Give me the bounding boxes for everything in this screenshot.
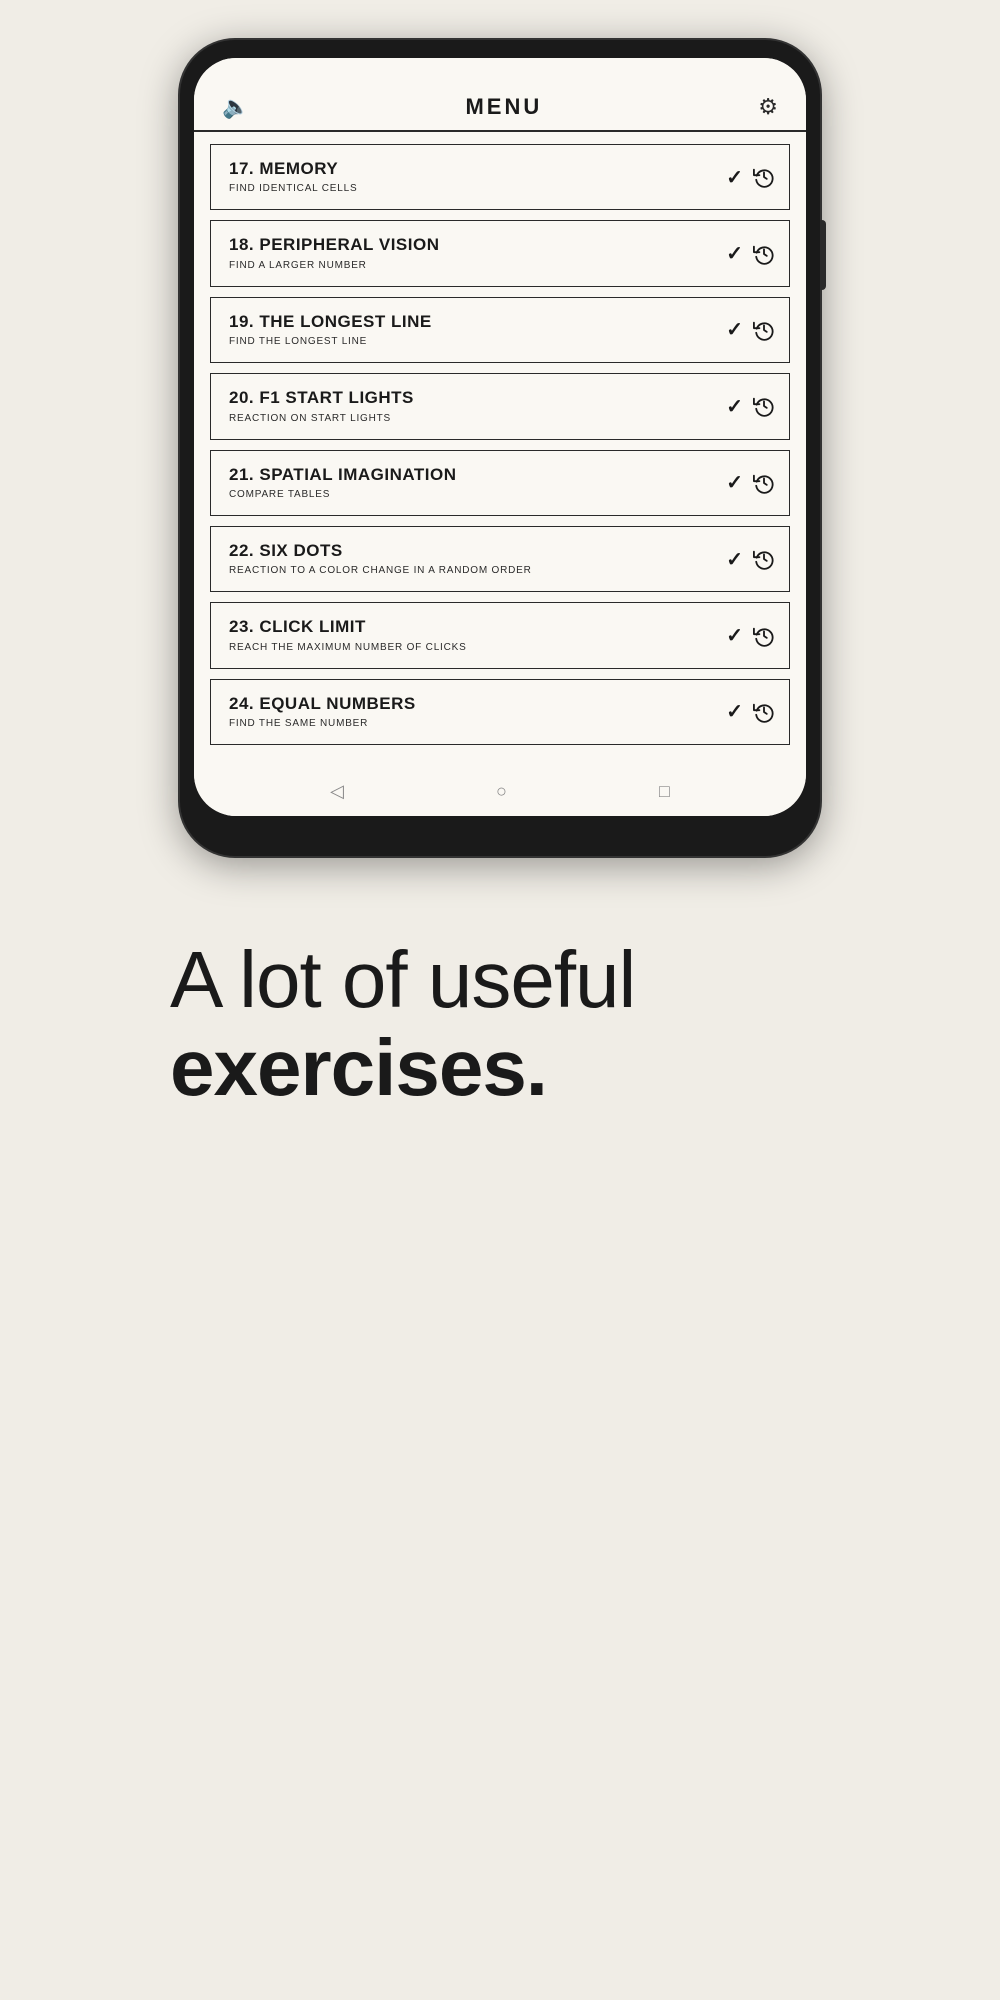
menu-item-22-subtitle: REACTION TO A COLOR CHANGE IN A RANDOM O… bbox=[229, 564, 716, 577]
history-icon-24[interactable] bbox=[753, 701, 775, 723]
nav-bar: ◁ ○ □ bbox=[194, 771, 806, 816]
menu-item-24-title: 24. EQUAL NUMBERS bbox=[229, 694, 716, 714]
menu-item-18-title: 18. PERIPHERAL VISION bbox=[229, 235, 716, 255]
check-icon-22: ✓ bbox=[726, 547, 743, 572]
menu-item-20-title: 20. F1 START LIGHTS bbox=[229, 388, 716, 408]
bottom-text-section: A lot of useful exercises. bbox=[150, 936, 850, 1112]
history-icon-19[interactable] bbox=[753, 319, 775, 341]
history-icon-22[interactable] bbox=[753, 548, 775, 570]
menu-item-23-subtitle: REACH THE MAXIMUM NUMBER OF CLICKS bbox=[229, 641, 716, 654]
menu-item-22-title: 22. SIX DOTS bbox=[229, 541, 716, 561]
status-bar bbox=[194, 58, 806, 86]
menu-item-24-subtitle: FIND THE SAME NUMBER bbox=[229, 717, 716, 730]
menu-item-21[interactable]: 21. SPATIAL IMAGINATION COMPARE TABLES ✓ bbox=[210, 450, 790, 516]
app-header: 🔈 MENU ⚙ bbox=[194, 86, 806, 132]
menu-item-20-subtitle: REACTION ON START LIGHTS bbox=[229, 412, 716, 425]
phone-screen: 🔈 MENU ⚙ 17. MEMORY FIND IDENTICAL CELLS… bbox=[194, 58, 806, 816]
check-icon-17: ✓ bbox=[726, 165, 743, 190]
check-icon-21: ✓ bbox=[726, 470, 743, 495]
bottom-text-line2: exercises. bbox=[170, 1024, 830, 1112]
menu-item-17-subtitle: FIND IDENTICAL CELLS bbox=[229, 182, 716, 195]
menu-item-23[interactable]: 23. CLICK LIMIT REACH THE MAXIMUM NUMBER… bbox=[210, 602, 790, 668]
nav-recent-icon[interactable]: □ bbox=[659, 781, 670, 802]
settings-icon[interactable]: ⚙ bbox=[758, 94, 778, 120]
check-icon-20: ✓ bbox=[726, 394, 743, 419]
check-icon-19: ✓ bbox=[726, 317, 743, 342]
check-icon-24: ✓ bbox=[726, 699, 743, 724]
menu-item-18-subtitle: FIND A LARGER NUMBER bbox=[229, 259, 716, 272]
history-icon-21[interactable] bbox=[753, 472, 775, 494]
sound-icon[interactable]: 🔈 bbox=[222, 94, 249, 120]
bottom-text-line1: A lot of useful bbox=[170, 936, 830, 1024]
menu-item-19[interactable]: 19. THE LONGEST LINE FIND THE LONGEST LI… bbox=[210, 297, 790, 363]
nav-back-icon[interactable]: ◁ bbox=[330, 781, 344, 802]
history-icon-20[interactable] bbox=[753, 395, 775, 417]
history-icon-18[interactable] bbox=[753, 243, 775, 265]
menu-item-23-title: 23. CLICK LIMIT bbox=[229, 617, 716, 637]
menu-item-21-title: 21. SPATIAL IMAGINATION bbox=[229, 465, 716, 485]
menu-item-19-subtitle: FIND THE LONGEST LINE bbox=[229, 335, 716, 348]
header-title: MENU bbox=[465, 94, 542, 120]
menu-item-17[interactable]: 17. MEMORY FIND IDENTICAL CELLS ✓ bbox=[210, 144, 790, 210]
check-icon-23: ✓ bbox=[726, 623, 743, 648]
nav-home-icon[interactable]: ○ bbox=[496, 781, 507, 802]
menu-list: 17. MEMORY FIND IDENTICAL CELLS ✓ bbox=[194, 132, 806, 771]
menu-item-17-title: 17. MEMORY bbox=[229, 159, 716, 179]
check-icon-18: ✓ bbox=[726, 241, 743, 266]
history-icon-23[interactable] bbox=[753, 625, 775, 647]
menu-item-18[interactable]: 18. PERIPHERAL VISION FIND A LARGER NUMB… bbox=[210, 220, 790, 286]
menu-item-19-title: 19. THE LONGEST LINE bbox=[229, 312, 716, 332]
menu-item-20[interactable]: 20. F1 START LIGHTS REACTION ON START LI… bbox=[210, 373, 790, 439]
menu-item-21-subtitle: COMPARE TABLES bbox=[229, 488, 716, 501]
menu-item-24[interactable]: 24. EQUAL NUMBERS FIND THE SAME NUMBER ✓ bbox=[210, 679, 790, 745]
phone-shell: 🔈 MENU ⚙ 17. MEMORY FIND IDENTICAL CELLS… bbox=[180, 40, 820, 856]
history-icon-17[interactable] bbox=[753, 166, 775, 188]
menu-item-22[interactable]: 22. SIX DOTS REACTION TO A COLOR CHANGE … bbox=[210, 526, 790, 592]
